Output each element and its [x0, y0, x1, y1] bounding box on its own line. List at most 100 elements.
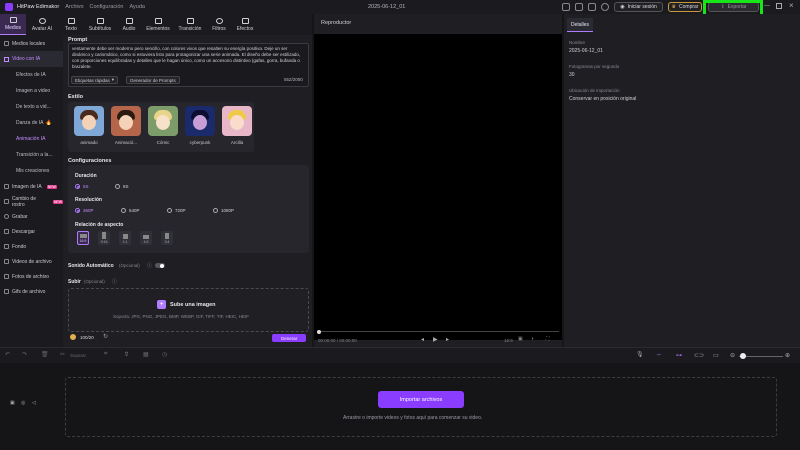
prev-frame-icon[interactable]: ◂	[421, 336, 424, 343]
gift-icon[interactable]	[562, 3, 570, 11]
sidebar-item-stock-photos[interactable]: Fotos de archivo	[0, 269, 63, 284]
track-video-icon[interactable]: ▣	[10, 400, 15, 406]
tab-medios[interactable]: Medios	[0, 14, 26, 35]
generate-button[interactable]: Generar	[272, 334, 306, 342]
style-card-animacion[interactable]	[111, 106, 141, 136]
volume-icon[interactable]: ◖	[531, 336, 534, 342]
aspect-3-4[interactable]: 3:4	[161, 231, 173, 245]
import-files-button[interactable]: Importar archivos	[378, 391, 464, 408]
aspect-1-1[interactable]: 1:1	[119, 231, 131, 245]
style-card-animado[interactable]	[74, 106, 104, 136]
track-icon[interactable]: ▭	[713, 352, 719, 359]
split-icon[interactable]: ✂	[60, 351, 65, 358]
buy-button[interactable]: ♛ Comprar	[668, 2, 702, 12]
fullscreen-icon[interactable]: ⛶	[546, 336, 550, 342]
speed-icon[interactable]: ◷	[162, 351, 167, 358]
tab-texto[interactable]: Texto	[58, 14, 84, 35]
delete-icon[interactable]: 🗑	[41, 351, 49, 358]
music-icon	[125, 17, 133, 24]
resolution-540p-radio[interactable]	[121, 208, 126, 213]
sidebar-sub-my-creations[interactable]: Mis creaciones	[0, 163, 63, 179]
link-icon[interactable]: ⊶	[676, 352, 682, 359]
sidebar-sub-ai-dance[interactable]: Danza de IA 🔥	[0, 115, 63, 131]
sidebar-item-download[interactable]: Descargar	[0, 224, 63, 239]
sidebar-item-ai-image[interactable]: Imagen de IA NEW	[0, 179, 63, 194]
tab-transicion[interactable]: Transición	[174, 14, 206, 35]
message-icon[interactable]	[575, 3, 583, 11]
maximize-icon[interactable]	[776, 3, 782, 9]
resolution-360p-radio[interactable]	[75, 208, 80, 213]
close-icon[interactable]: ×	[789, 1, 794, 10]
undo-icon[interactable]: ↶	[5, 351, 10, 358]
info-icon: ⓘ	[112, 279, 118, 285]
menu-archivo[interactable]: Archivo	[65, 4, 83, 10]
sidebar-item-local-media[interactable]: Medios locales	[0, 36, 63, 51]
freeze-icon[interactable]: ▦	[143, 351, 149, 358]
tab-audio[interactable]: Audio	[116, 14, 142, 35]
tab-subtitulos[interactable]: Subtítulos	[84, 14, 116, 35]
sidebar-item-face-swap[interactable]: Cambio de rostro NEW	[0, 194, 63, 209]
menu-configuracion[interactable]: Configuración	[90, 4, 124, 10]
next-frame-icon[interactable]: ▸	[446, 336, 449, 343]
aspect-16-9[interactable]: 16:9	[77, 231, 89, 245]
style-card-cyberpunk[interactable]	[185, 106, 215, 136]
login-button[interactable]: ◉ Iniciar sesión	[614, 2, 663, 12]
tab-avatar-ai[interactable]: Avatar AI	[26, 14, 58, 35]
help-icon[interactable]	[588, 3, 596, 11]
tab-label: Subtítulos	[88, 25, 112, 32]
sidebar-item-stock-videos[interactable]: Videos de archivo	[0, 254, 63, 269]
microphone-icon[interactable]: 🎙	[636, 351, 644, 358]
track-lock-icon[interactable]: ◎	[21, 400, 25, 406]
tab-elementos[interactable]: Elementos	[142, 14, 174, 35]
upload-image-button[interactable]: Sube una imagen	[170, 302, 216, 308]
track-audio-icon[interactable]: ◁	[32, 400, 36, 406]
fps-label: Fotogramas por segundo	[569, 64, 620, 69]
duration-5s-radio[interactable]	[75, 184, 80, 189]
style-card-arcilla[interactable]	[222, 106, 252, 136]
upload-dropzone[interactable]	[68, 288, 309, 332]
quick-tags-dropdown[interactable]: Etiquetas rápidas ▾	[71, 76, 119, 84]
resolution-1080p-radio[interactable]	[213, 208, 218, 213]
tab-detalles[interactable]: Detalles	[567, 18, 593, 32]
info-icon[interactable]	[601, 3, 609, 11]
sidebar-item-record[interactable]: Grabar	[0, 209, 63, 224]
aspect-9-16[interactable]: 9:16	[98, 231, 110, 245]
tab-filtros[interactable]: Filtros	[206, 14, 232, 35]
sidebar-item-label: Imagen de IA	[12, 183, 42, 190]
zoom-slider-handle[interactable]	[740, 353, 746, 359]
zoom-out-icon[interactable]: ⊖	[730, 352, 735, 359]
refresh-icon[interactable]: ↻	[103, 333, 108, 340]
prompt-generator-button[interactable]: Generador de Prompts	[126, 76, 180, 84]
name-label: Nombre	[569, 40, 586, 45]
zoom-in-icon[interactable]: ⊕	[785, 352, 790, 359]
snap-icon[interactable]: ⇔	[656, 352, 662, 358]
sidebar-item-stock-gifs[interactable]: Gifs de archivo	[0, 284, 63, 299]
chain-icon[interactable]: ⊂⊃	[694, 352, 704, 359]
sidebar-item-background[interactable]: Fondo	[0, 239, 63, 254]
play-icon[interactable]: ▶	[433, 336, 438, 343]
resolution-720p-radio[interactable]	[167, 208, 172, 213]
duration-8s-radio[interactable]	[115, 184, 120, 189]
app-name: HitPaw Edimakor	[17, 4, 60, 10]
minimize-icon[interactable]: —	[764, 3, 770, 9]
sidebar-sub-image-to-video[interactable]: Imagen a video	[0, 83, 63, 99]
scrubber-track[interactable]	[321, 331, 559, 332]
crop-icon[interactable]: ⌗	[104, 351, 107, 358]
sidebar-item-ai-video[interactable]: Video con IA	[0, 51, 63, 67]
sidebar-sub-ai-effects[interactable]: Efectos de IA	[0, 67, 63, 83]
aspect-label-3-4: 3:4	[164, 240, 170, 244]
auto-sound-toggle[interactable]	[155, 263, 165, 268]
snapshot-icon[interactable]: ▣	[518, 336, 523, 342]
sidebar-sub-transition[interactable]: Transición a la...	[0, 147, 63, 163]
export-frame-icon[interactable]: ⇧	[124, 351, 129, 358]
sidebar-sub-ai-animation[interactable]: Animación IA	[0, 131, 63, 147]
tab-efectos[interactable]: Efectos	[232, 14, 258, 35]
menu-ayuda[interactable]: Ayuda	[129, 4, 145, 10]
sidebar-sub-text-to-video[interactable]: De texto a vid...	[0, 99, 63, 115]
photo-icon	[4, 274, 9, 279]
aspect-4-3[interactable]: 4:3	[140, 231, 152, 245]
import-location-label: Ubicación de importación	[569, 88, 620, 93]
redo-icon[interactable]: ↷	[22, 351, 27, 358]
ratio-selector[interactable]: 16:9	[504, 338, 513, 343]
style-card-comic[interactable]	[148, 106, 178, 136]
